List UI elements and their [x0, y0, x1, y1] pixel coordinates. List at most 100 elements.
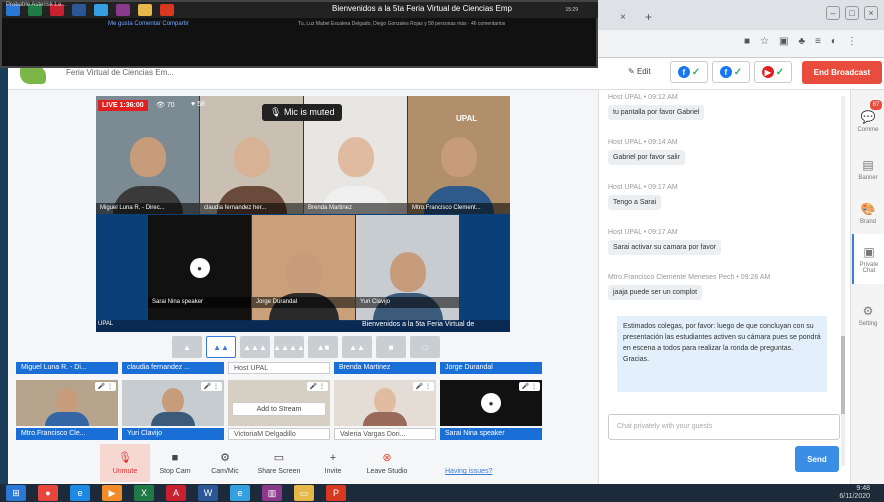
- extension-icon[interactable]: ■: [744, 36, 750, 47]
- unmute-button[interactable]: 🎙 Unmute: [100, 444, 150, 482]
- message-text: Sarai activar su camara por favor: [608, 240, 722, 255]
- backstage-guest-name[interactable]: Mtro.Francisco Cle...: [16, 428, 118, 440]
- thumbnail-tools[interactable]: 🎤 ⋮: [306, 382, 328, 391]
- layout-group-button[interactable]: ▲▲: [206, 336, 236, 358]
- ie-icon: [94, 4, 108, 16]
- chat-scrollbar-thumb[interactable]: [841, 336, 845, 414]
- participant-name: Yuri Clavijo: [356, 297, 459, 308]
- avatar-placeholder-icon: ●: [481, 393, 501, 413]
- layout-leader-button[interactable]: ▲▲▲▲: [273, 336, 305, 358]
- thumbnail-tools[interactable]: 🎤 ⋮: [412, 382, 434, 391]
- stage-tile[interactable]: ● Sarai Nina speaker: [148, 215, 251, 321]
- add-to-stream-button[interactable]: Add to Stream: [232, 402, 326, 416]
- chat-input[interactable]: Chat privately with your guests: [608, 414, 840, 440]
- reading-list-icon[interactable]: ≡: [815, 36, 821, 47]
- control-label: Stop Cam: [159, 467, 191, 475]
- backstage-thumbnail[interactable]: 🎤 ⋮: [334, 380, 436, 426]
- layout-cinema-button[interactable]: □: [410, 336, 440, 358]
- excel-icon[interactable]: X: [134, 485, 154, 501]
- backstage-thumbnail[interactable]: 🎤 ⋮: [122, 380, 224, 426]
- message-meta: Host UPAL • 09:17 AM: [608, 184, 678, 191]
- backstage-guest-name[interactable]: VictoriaM Delgadillo: [228, 428, 330, 440]
- layout-solo-button[interactable]: ▲: [172, 336, 202, 358]
- thumbnail-tools[interactable]: 🎤 ⋮: [94, 382, 116, 391]
- tab-close-icon[interactable]: ×: [620, 12, 626, 23]
- message-text: jaaja puede ser un complot: [608, 285, 703, 300]
- layout-news-button[interactable]: ▲■: [308, 336, 338, 358]
- pdf-icon[interactable]: P: [326, 485, 346, 501]
- destination-facebook-2[interactable]: f ✓: [712, 61, 750, 83]
- end-broadcast-button[interactable]: End Broadcast: [802, 61, 882, 84]
- tab-label: Comme: [857, 126, 879, 133]
- backstage-guest-name[interactable]: Jorge Durandal: [440, 362, 542, 374]
- stage-tile[interactable]: Miguel Luna R. - Direc...: [96, 96, 199, 214]
- having-issues-link[interactable]: Having issues?: [445, 468, 492, 475]
- message-text: tu pantalla por favor Gabriel: [608, 105, 705, 120]
- edit-button[interactable]: ✎ Edit: [622, 64, 657, 79]
- word-icon[interactable]: W: [198, 485, 218, 501]
- camera-icon: ■: [171, 451, 179, 464]
- minimize-icon[interactable]: –: [826, 6, 840, 20]
- banners-tab[interactable]: ▤ Banner: [852, 144, 884, 194]
- destination-youtube[interactable]: ▶ ✓: [754, 61, 792, 83]
- stop-cam-button[interactable]: ■ Stop Cam: [150, 444, 200, 482]
- edge-icon[interactable]: e: [70, 485, 90, 501]
- tab-label: Setting: [858, 320, 878, 327]
- brand-tab[interactable]: 🎨 Brand: [852, 188, 884, 238]
- chrome-icon[interactable]: ●: [38, 485, 58, 501]
- invite-button[interactable]: + Invite: [308, 444, 358, 482]
- cam-mic-button[interactable]: ⚙ Cam/Mic: [200, 444, 250, 482]
- backstage-thumbnail[interactable]: ● 🎤 ⋮: [440, 380, 542, 426]
- kebab-menu-icon[interactable]: ⋮: [847, 36, 857, 47]
- comments-badge: 87: [870, 100, 882, 110]
- browser-toolbar-icons: ■ ☆ ▣ ♣ ≡ ◐ ⋮: [744, 36, 857, 47]
- participant-name: Mtro.Francisco Clement...: [408, 203, 510, 214]
- overlay-actions: Me gusta Comentar Compartir: [108, 21, 189, 27]
- backstage-thumbnail[interactable]: 🎤 ⋮: [16, 380, 118, 426]
- viewers-count: 👁 70: [156, 102, 175, 109]
- private-chat-tab[interactable]: ▣ Private Chat: [852, 234, 884, 284]
- message-meta: Host UPAL • 09:17 AM: [608, 229, 678, 236]
- acrobat-icon[interactable]: A: [166, 485, 186, 501]
- backstage-guest-name[interactable]: Host UPAL: [228, 362, 330, 374]
- reactions-value: 58: [197, 101, 205, 108]
- windows-icon[interactable]: ⊞: [6, 485, 26, 501]
- backstage-guest-name[interactable]: claudia fernandez ...: [122, 362, 224, 374]
- stage-tile[interactable]: Yuri Clavijo: [356, 215, 459, 321]
- close-window-icon[interactable]: ×: [864, 6, 878, 20]
- backstage-thumbnail[interactable]: 🎤 ⋮ Add to Stream: [228, 380, 330, 426]
- ie-icon[interactable]: e: [230, 485, 250, 501]
- layout-screen-button[interactable]: ■: [376, 336, 406, 358]
- stage-tile[interactable]: Jorge Durandal: [252, 215, 355, 321]
- media-icon[interactable]: ▶: [102, 485, 122, 501]
- destination-facebook-1[interactable]: f ✓: [670, 61, 708, 83]
- profile-icon[interactable]: ◐: [831, 36, 837, 47]
- send-button[interactable]: Send: [795, 446, 839, 472]
- backstage-guest-name[interactable]: Brenda Martinez: [334, 362, 436, 374]
- taskbar-clock[interactable]: 9:48 6/11/2020: [839, 485, 884, 501]
- backstage-guest-name[interactable]: Sarai Nina speaker: [440, 428, 542, 440]
- backstage-guest-name[interactable]: Miguel Luna R. - Di...: [16, 362, 118, 374]
- thumbnail-tools[interactable]: 🎤 ⋮: [200, 382, 222, 391]
- message-meta: Mtro.Francisco Clemente Meneses Pech • 0…: [608, 274, 771, 281]
- leave-studio-button[interactable]: ⊗ Leave Studio: [358, 444, 416, 482]
- settings-tab[interactable]: ⚙ Setting: [852, 290, 884, 340]
- layout-grid-button[interactable]: ▲▲▲: [240, 336, 270, 358]
- maximize-icon[interactable]: □: [845, 6, 859, 20]
- folder-icon[interactable]: ▭: [294, 485, 314, 501]
- backstage-guest-name[interactable]: Valeria Vargas Dori...: [334, 428, 436, 440]
- invite-icon: +: [329, 451, 337, 464]
- share-screen-button[interactable]: ▭ Share Screen: [250, 444, 308, 482]
- control-label: Share Screen: [257, 468, 301, 475]
- overlay-clock: 15:29: [565, 7, 578, 13]
- thumbnail-tools[interactable]: 🎤 ⋮: [518, 382, 540, 391]
- star-icon[interactable]: ☆: [760, 36, 769, 47]
- backstage-guest-name[interactable]: Yuri Clavijo: [122, 428, 224, 440]
- reactions-count: ♥ 58: [191, 101, 205, 108]
- extension-icon[interactable]: ▣: [779, 36, 788, 47]
- banner-icon: ▤: [862, 157, 874, 172]
- winrar-icon[interactable]: ▥: [262, 485, 282, 501]
- layout-pip-button[interactable]: ▲▲: [342, 336, 372, 358]
- puzzle-icon[interactable]: ♣: [798, 36, 805, 47]
- new-tab-icon[interactable]: +: [645, 10, 652, 24]
